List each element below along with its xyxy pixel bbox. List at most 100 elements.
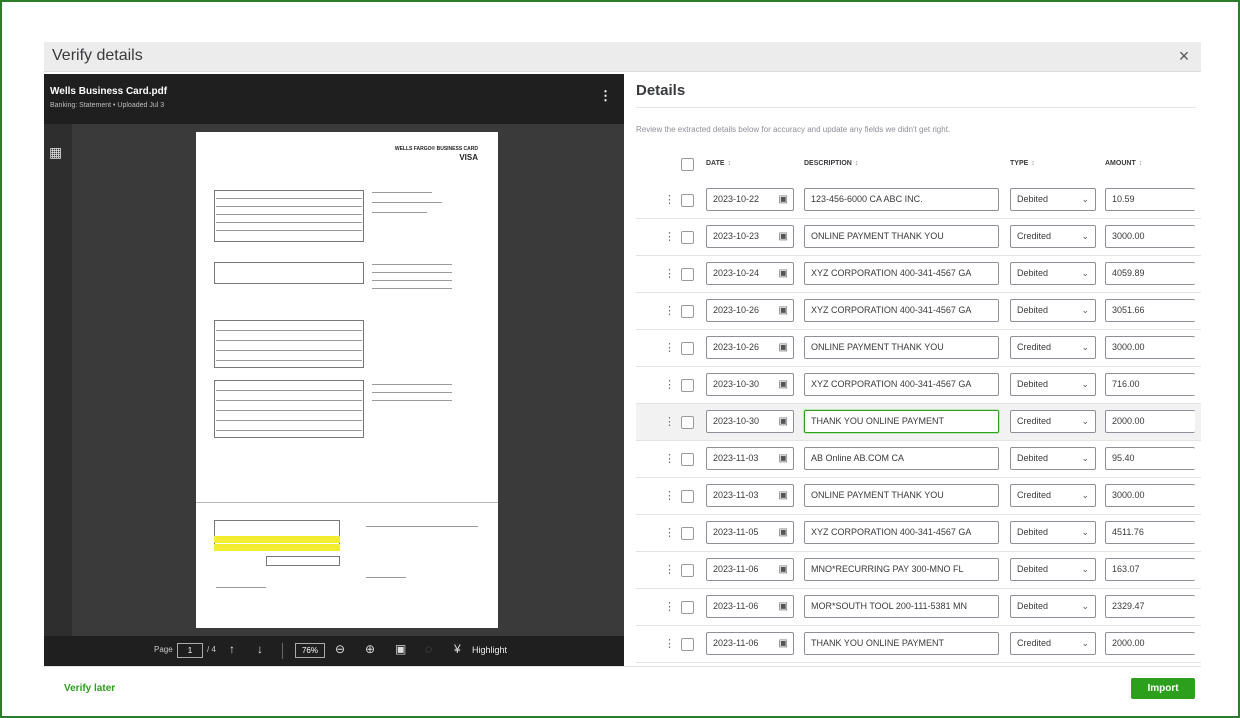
type-select[interactable]: Debited ⌄ [1010,447,1096,470]
amount-field[interactable]: 3051.66 [1105,299,1195,322]
calendar-icon[interactable]: ▣ [779,411,788,432]
drag-handle-icon[interactable]: ⋮ [664,600,675,613]
date-field[interactable]: 2023-11-03 ▣ [706,447,794,470]
column-type[interactable]: TYPE ↕ [1010,160,1035,167]
amount-field[interactable]: 3000.00 [1105,336,1195,359]
row-checkbox[interactable] [681,601,694,614]
column-date[interactable]: DATE ↕ [706,160,731,167]
calendar-icon[interactable]: ▣ [779,337,788,358]
date-field[interactable]: 2023-11-06 ▣ [706,595,794,618]
close-icon[interactable]: × [1173,45,1195,67]
amount-field[interactable]: 4511.76 [1105,521,1195,544]
amount-field[interactable]: 163.07 [1105,558,1195,581]
type-select[interactable]: Credited ⌄ [1010,225,1096,248]
thumbnails-icon[interactable]: ▦ [49,144,62,161]
row-checkbox[interactable] [681,564,694,577]
amount-field[interactable]: 95.40 [1105,447,1195,470]
amount-field[interactable]: 4059.89 [1105,262,1195,285]
description-field[interactable]: MOR*SOUTH TOOL 200-111-5381 MN [804,595,999,618]
arrow-down-icon[interactable]: ↓ [257,642,263,656]
calendar-icon[interactable]: ▣ [779,448,788,469]
drag-handle-icon[interactable]: ⋮ [664,378,675,391]
date-field[interactable]: 2023-10-30 ▣ [706,410,794,433]
drag-handle-icon[interactable]: ⋮ [664,193,675,206]
pdf-page[interactable]: WELLS FARGO® BUSINESS CARD VISA [196,132,498,628]
amount-field[interactable]: 10.59 [1105,188,1195,211]
description-field[interactable]: THANK YOU ONLINE PAYMENT [804,410,999,433]
row-checkbox[interactable] [681,342,694,355]
calendar-icon[interactable]: ▣ [779,300,788,321]
drag-handle-icon[interactable]: ⋮ [664,230,675,243]
row-checkbox[interactable] [681,305,694,318]
date-field[interactable]: 2023-10-26 ▣ [706,299,794,322]
drag-handle-icon[interactable]: ⋮ [664,489,675,502]
date-field[interactable]: 2023-11-03 ▣ [706,484,794,507]
calendar-icon[interactable]: ▣ [779,522,788,543]
description-field[interactable]: XYZ CORPORATION 400-341-4567 GA [804,299,999,322]
drag-handle-icon[interactable]: ⋮ [664,341,675,354]
drag-handle-icon[interactable]: ⋮ [664,415,675,428]
zoom-out-icon[interactable]: ⊖ [335,642,345,656]
calendar-icon[interactable]: ▣ [779,374,788,395]
type-select[interactable]: Credited ⌄ [1010,484,1096,507]
calendar-icon[interactable]: ▣ [779,559,788,580]
column-amount[interactable]: AMOUNT ↕ [1105,160,1142,167]
type-select[interactable]: Debited ⌄ [1010,558,1096,581]
type-select[interactable]: Debited ⌄ [1010,373,1096,396]
drag-handle-icon[interactable]: ⋮ [664,526,675,539]
more-options-icon[interactable]: ⋮ [599,88,612,104]
drag-handle-icon[interactable]: ⋮ [664,267,675,280]
calendar-icon[interactable]: ▣ [779,633,788,654]
description-field[interactable]: XYZ CORPORATION 400-341-4567 GA [804,262,999,285]
drag-handle-icon[interactable]: ⋮ [664,452,675,465]
amount-field[interactable]: 716.00 [1105,373,1195,396]
type-select[interactable]: Credited ⌄ [1010,336,1096,359]
amount-field[interactable]: 2000.00 [1105,632,1195,655]
row-checkbox[interactable] [681,379,694,392]
drag-handle-icon[interactable]: ⋮ [664,637,675,650]
description-field[interactable]: THANK YOU ONLINE PAYMENT [804,632,999,655]
date-field[interactable]: 2023-11-06 ▣ [706,632,794,655]
type-select[interactable]: Debited ⌄ [1010,521,1096,544]
date-field[interactable]: 2023-11-05 ▣ [706,521,794,544]
zoom-in-icon[interactable]: ⊕ [365,642,375,656]
date-field[interactable]: 2023-10-26 ▣ [706,336,794,359]
type-select[interactable]: Debited ⌄ [1010,188,1096,211]
zoom-level[interactable]: 76% [295,643,325,658]
description-field[interactable]: MNO*RECURRING PAY 300-MNO FL [804,558,999,581]
drag-handle-icon[interactable]: ⋮ [664,563,675,576]
fit-page-icon[interactable]: ▣ [395,642,406,656]
description-field[interactable]: XYZ CORPORATION 400-341-4567 GA [804,521,999,544]
date-field[interactable]: 2023-10-23 ▣ [706,225,794,248]
page-number-input[interactable]: 1 [177,643,203,658]
select-all-checkbox[interactable] [681,158,694,171]
description-field[interactable]: ONLINE PAYMENT THANK YOU [804,336,999,359]
description-field[interactable]: AB Online AB.COM CA [804,447,999,470]
row-checkbox[interactable] [681,416,694,429]
amount-field[interactable]: 3000.00 [1105,484,1195,507]
row-checkbox[interactable] [681,453,694,466]
arrow-up-icon[interactable]: ↑ [229,642,235,656]
description-field[interactable]: ONLINE PAYMENT THANK YOU [804,484,999,507]
row-checkbox[interactable] [681,638,694,651]
date-field[interactable]: 2023-10-24 ▣ [706,262,794,285]
row-checkbox[interactable] [681,231,694,244]
description-field[interactable]: XYZ CORPORATION 400-341-4567 GA [804,373,999,396]
amount-field[interactable]: 3000.00 [1105,225,1195,248]
crop-icon[interactable]: ◌ [425,642,432,656]
highlight-label[interactable]: Highlight [472,645,507,655]
calendar-icon[interactable]: ▣ [779,485,788,506]
calendar-icon[interactable]: ▣ [779,596,788,617]
column-description[interactable]: DESCRIPTION ↕ [804,160,858,167]
highlight-icon[interactable]: ¥ [454,642,461,656]
row-checkbox[interactable] [681,268,694,281]
description-field[interactable]: ONLINE PAYMENT THANK YOU [804,225,999,248]
import-button[interactable]: Import [1131,678,1195,699]
row-checkbox[interactable] [681,194,694,207]
type-select[interactable]: Debited ⌄ [1010,262,1096,285]
row-checkbox[interactable] [681,527,694,540]
date-field[interactable]: 2023-10-22 ▣ [706,188,794,211]
calendar-icon[interactable]: ▣ [779,189,788,210]
type-select[interactable]: Debited ⌄ [1010,595,1096,618]
row-checkbox[interactable] [681,490,694,503]
